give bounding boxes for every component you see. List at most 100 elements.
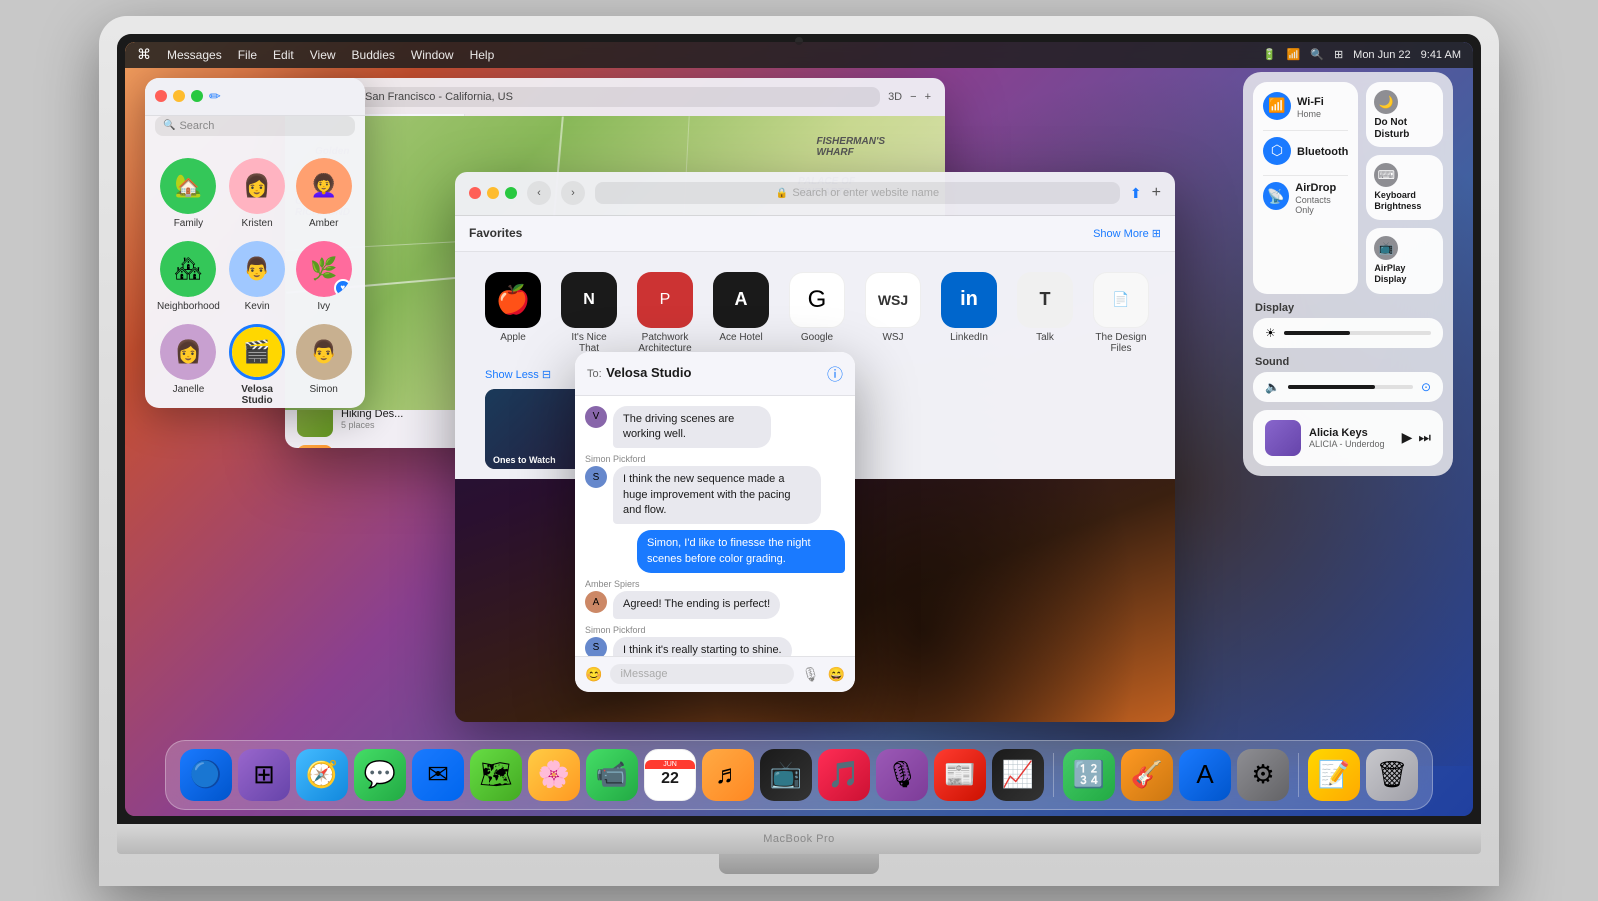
chat-input-field[interactable]: iMessage <box>610 664 793 684</box>
maps-zoom-in[interactable]: + <box>925 91 931 103</box>
maps-zoom-out[interactable]: − <box>910 91 916 103</box>
messages-search-bar[interactable]: 🔍 Search <box>155 116 355 136</box>
messages-maximize-btn[interactable] <box>191 90 203 102</box>
menu-window[interactable]: Window <box>411 48 454 62</box>
pinned-kristen[interactable]: 👩 Kristen <box>224 152 291 235</box>
fav-apple[interactable]: 🍎 Apple <box>485 272 541 343</box>
dock-messages[interactable]: 💬 <box>354 749 406 801</box>
dock-stocks[interactable]: 📈 <box>992 749 1044 801</box>
safari-back-button[interactable]: ‹ <box>527 181 551 205</box>
dock-calendar[interactable]: JUN 22 <box>644 749 696 801</box>
chat-message-1: V The driving scenes are working well. <box>585 406 845 449</box>
wifi-label[interactable]: Wi-Fi <box>1297 96 1324 109</box>
pinned-simon[interactable]: 👨 Simon <box>290 318 357 408</box>
pinned-family[interactable]: 🏡 Family <box>153 152 224 235</box>
safari-add-tab-btn[interactable]: + <box>1152 184 1161 202</box>
fav-wsj[interactable]: WSJ WSJ <box>865 272 921 343</box>
bluetooth-label[interactable]: Bluetooth <box>1297 146 1348 159</box>
safari-close-button[interactable] <box>469 187 481 199</box>
airdrop-label[interactable]: AirDrop <box>1295 182 1348 195</box>
dock-music2[interactable]: ♬ <box>702 749 754 801</box>
messages-compose-btn[interactable]: ✏ <box>209 88 221 105</box>
maps-guide-one[interactable]: The One T... The Infatuation... <box>285 441 464 448</box>
dock-podcasts[interactable]: 🎙 <box>876 749 928 801</box>
cc-music-controls: ▶ ⏭ <box>1402 429 1431 446</box>
fav-nicethat[interactable]: N It's Nice That <box>561 272 617 354</box>
dock-music[interactable]: 🎵 <box>818 749 870 801</box>
favorites-label: Favorites <box>469 226 522 240</box>
pinned-janelle[interactable]: 👩 Janelle <box>153 318 224 408</box>
keyboard-icon: ⌨ <box>1374 163 1398 187</box>
menu-file[interactable]: File <box>238 48 257 62</box>
kristen-avatar: 👩 <box>229 158 285 214</box>
pinned-ivy[interactable]: 🌿 ♥ Ivy <box>290 235 357 318</box>
dock-finder[interactable]: 🔵 <box>180 749 232 801</box>
calendar-day: 22 <box>661 769 679 788</box>
cc-dnd-tile[interactable]: 🌙 Do Not Disturb <box>1366 82 1443 147</box>
safari-share-btn[interactable]: ⬆ <box>1130 185 1142 202</box>
chat-message-3: Simon, I'd like to finesse the night sce… <box>585 530 845 573</box>
control-center-icon[interactable]: ⊞ <box>1334 48 1343 61</box>
dock-garageband[interactable]: 🎸 <box>1121 749 1173 801</box>
pinned-velosa[interactable]: 🎬 Velosa Studio <box>224 318 291 408</box>
dock-numbers[interactable]: 🔢 <box>1063 749 1115 801</box>
dock-launchpad[interactable]: ⊞ <box>238 749 290 801</box>
chat-messages-area: V The driving scenes are working well. S… <box>575 396 855 656</box>
maps-3d-btn[interactable]: 3D <box>888 91 902 103</box>
show-more-btn[interactable]: Show More ⊞ <box>1093 227 1161 240</box>
fav-design-files[interactable]: 📄 The Design Files <box>1093 272 1149 354</box>
maps-address-bar[interactable]: San Francisco - California, US <box>355 87 880 107</box>
dock-appstore[interactable]: A <box>1179 749 1231 801</box>
safari-minimize-button[interactable] <box>487 187 499 199</box>
cc-sound-slider-row: 🔈 ⊙ <box>1253 372 1443 402</box>
menu-buddies[interactable]: Buddies <box>352 48 395 62</box>
chat-emoji-btn[interactable]: 😊 <box>585 666 602 683</box>
cc-music-artist: ALICIA - Underdog <box>1309 439 1394 449</box>
dock-tv[interactable]: 📺 <box>760 749 812 801</box>
fav-patchwork[interactable]: P Patchwork Architecture <box>637 272 693 354</box>
pinned-neighborhood[interactable]: 🏘 Neighborhood <box>153 235 224 318</box>
show-less-btn[interactable]: Show Less ⊟ <box>485 368 551 381</box>
fav-linkedin[interactable]: in LinkedIn <box>941 272 997 343</box>
cc-keyboard-tile[interactable]: ⌨ Keyboard Brightness <box>1366 155 1443 220</box>
dock-facetime[interactable]: 📹 <box>586 749 638 801</box>
dock-news[interactable]: 📰 <box>934 749 986 801</box>
sound-airpods-icon[interactable]: ⊙ <box>1421 380 1431 394</box>
dock-trash[interactable]: 🗑 <box>1366 749 1418 801</box>
menu-view[interactable]: View <box>310 48 336 62</box>
chat-msg-row-2: S I think the new sequence made a huge i… <box>585 466 845 524</box>
cc-display-slider[interactable] <box>1284 331 1431 335</box>
forward-btn[interactable]: ⏭ <box>1418 429 1431 446</box>
pinned-kevin[interactable]: 👨 Kevin <box>224 235 291 318</box>
cc-airplay-tile[interactable]: 📺 AirPlay Display <box>1366 228 1443 293</box>
dock-photos[interactable]: 🌸 <box>528 749 580 801</box>
play-btn[interactable]: ▶ <box>1402 429 1413 446</box>
menu-help[interactable]: Help <box>470 48 495 62</box>
fav-talk[interactable]: T Talk <box>1017 272 1073 343</box>
fav-google[interactable]: G Google <box>789 272 845 343</box>
dock-notes[interactable]: 📝 <box>1308 749 1360 801</box>
chat-emoji-end-btn[interactable]: 😄 <box>828 666 845 683</box>
safari-maximize-button[interactable] <box>505 187 517 199</box>
pinned-amber[interactable]: 👩‍🦱 Amber <box>290 152 357 235</box>
safari-forward-button[interactable]: › <box>561 181 585 205</box>
chat-mic-btn[interactable]: 🎙 <box>802 666 820 683</box>
messages-minimize-btn[interactable] <box>173 90 185 102</box>
cc-sound-slider[interactable] <box>1288 385 1413 389</box>
dock-maps[interactable]: 🗺 <box>470 749 522 801</box>
menu-edit[interactable]: Edit <box>273 48 294 62</box>
msg-bubble-wrapper-1: The driving scenes are working well. <box>613 406 810 449</box>
apple-menu[interactable]: ⌘ <box>137 46 151 63</box>
fav-ace[interactable]: A Ace Hotel <box>713 272 769 343</box>
msg-avatar-2: S <box>585 466 607 488</box>
menu-messages[interactable]: Messages <box>167 48 222 62</box>
macbook-stand <box>719 854 879 874</box>
chat-info-btn[interactable]: ⓘ <box>827 361 843 385</box>
messages-close-btn[interactable] <box>155 90 167 102</box>
dock-sysprefs[interactable]: ⚙ <box>1237 749 1289 801</box>
dock-mail[interactable]: ✉ <box>412 749 464 801</box>
dock-safari[interactable]: 🧭 <box>296 749 348 801</box>
amber-avatar-img: 👩‍🦱 <box>296 158 352 214</box>
safari-url-bar[interactable]: 🔒 Search or enter website name <box>595 182 1120 204</box>
search-icon[interactable]: 🔍 <box>1310 48 1324 61</box>
